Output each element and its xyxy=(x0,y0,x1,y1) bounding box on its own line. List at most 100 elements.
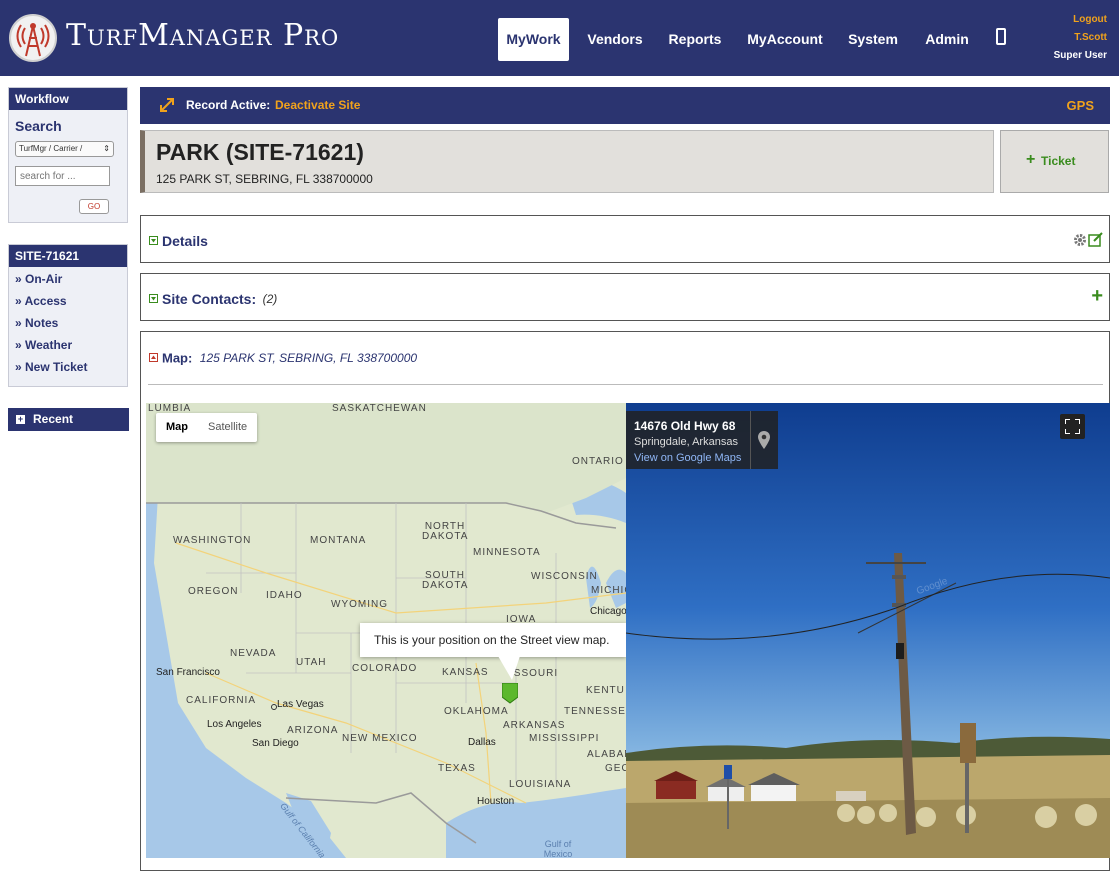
site-header: PARK (SITE-71621) 125 PARK ST, SEBRING, … xyxy=(140,130,994,193)
contacts-toggle[interactable]: Site Contacts: (2) xyxy=(149,290,277,308)
expand-triangle-icon xyxy=(149,236,158,246)
map-pin-icon[interactable] xyxy=(758,431,770,449)
nav-vendors[interactable]: Vendors xyxy=(582,18,648,61)
region-label: KANSAS xyxy=(442,667,489,678)
region-label: OKLAHOMA xyxy=(444,706,509,717)
street-view-locality: Springdale, Arkansas xyxy=(634,436,738,448)
region-label: WISCONSIN xyxy=(531,571,598,582)
details-toggle[interactable]: Details xyxy=(149,232,208,250)
details-panel: Details xyxy=(140,215,1110,263)
nav-myaccount[interactable]: MyAccount xyxy=(742,18,828,61)
expand-icon: + xyxy=(16,414,25,424)
gps-link[interactable]: GPS xyxy=(1067,98,1094,113)
contacts-label: Site Contacts: xyxy=(162,290,257,307)
region-label: ARKANSAS xyxy=(503,720,566,731)
location-marker-icon[interactable] xyxy=(502,683,518,704)
details-label: Details xyxy=(162,232,208,249)
street-view-address: 14676 Old Hwy 68 xyxy=(634,419,736,433)
site-address: 125 PARK ST, SEBRING, FL 338700000 xyxy=(156,172,373,186)
contacts-panel: Site Contacts: (2) + xyxy=(140,273,1110,321)
record-bar: Record Active: Deactivate Site GPS xyxy=(140,87,1110,124)
divider xyxy=(148,384,1103,385)
go-button[interactable]: GO xyxy=(79,199,109,214)
app-header: TurfManager Pro MyWork Vendors Reports M… xyxy=(0,0,1119,76)
nav-mywork[interactable]: MyWork xyxy=(498,18,569,61)
workflow-title: Workflow xyxy=(9,88,127,110)
map-type-satellite-button[interactable]: Satellite xyxy=(198,413,257,442)
region-label: TEXAS xyxy=(438,763,476,774)
ticket-label: Ticket xyxy=(1041,154,1076,168)
search-input[interactable] xyxy=(15,166,110,186)
region-label: ARIZONA xyxy=(287,725,339,736)
region-label: MISSISSIPPI xyxy=(529,733,600,744)
nav-admin[interactable]: Admin xyxy=(918,18,976,61)
plus-icon: + xyxy=(1026,151,1036,168)
region-label: NEVADA xyxy=(230,648,277,659)
city-label: San Francisco xyxy=(156,667,220,678)
edit-icon[interactable] xyxy=(1088,232,1104,247)
site-link-on-air[interactable]: » On-Air xyxy=(9,268,127,290)
region-label: NEW MEXICO xyxy=(342,733,418,744)
site-link-new-ticket[interactable]: » New Ticket xyxy=(9,356,127,378)
region-label: UTAH xyxy=(296,657,327,668)
add-contact-icon[interactable]: + xyxy=(1091,285,1103,308)
region-label: OREGON xyxy=(188,586,239,597)
city-label: Las Vegas xyxy=(277,699,324,710)
expand-triangle-icon xyxy=(149,294,158,304)
map-toggle[interactable]: Map: 125 PARK ST, SEBRING, FL 338700000 xyxy=(149,349,417,367)
site-link-notes[interactable]: » Notes xyxy=(9,312,127,334)
region-label: SASKATCHEWAN xyxy=(332,403,427,414)
position-tooltip: This is your position on the Street view… xyxy=(360,623,626,657)
collapse-triangle-icon xyxy=(149,353,158,363)
site-nav-title: SITE-71621 xyxy=(9,245,127,267)
map-type-map-button[interactable]: Map xyxy=(156,413,198,442)
recent-toggle[interactable]: + Recent xyxy=(8,408,129,431)
gear-icon[interactable] xyxy=(1073,233,1087,247)
fullscreen-button[interactable] xyxy=(1060,414,1085,439)
street-view-address-box: 14676 Old Hwy 68 Springdale, Arkansas Vi… xyxy=(626,411,778,469)
region-label: NORTH DAKOTA xyxy=(422,521,469,542)
water-label: Gulf of Mexico xyxy=(543,839,573,858)
resize-arrows-icon xyxy=(160,98,174,112)
search-scope-select[interactable]: TurfMgr / Carrier / ⇕ xyxy=(15,141,114,157)
road-map[interactable]: Map Satellite LUMBIA SASKATCHEWAN ONTARIO… xyxy=(146,403,626,858)
deactivate-site-link[interactable]: Deactivate Site xyxy=(275,98,360,112)
region-label: CALIFORNIA xyxy=(186,695,257,706)
city-label: Los Angeles xyxy=(207,719,262,730)
region-label: MICHIG xyxy=(591,585,626,596)
nav-reports[interactable]: Reports xyxy=(662,18,728,61)
tooltip-pointer xyxy=(498,656,520,680)
region-label: SOUTH DAKOTA xyxy=(422,570,469,591)
map-label: Map: xyxy=(162,350,193,366)
view-on-google-maps-link[interactable]: View on Google Maps xyxy=(634,452,741,464)
street-view[interactable]: 14676 Old Hwy 68 Springdale, Arkansas Vi… xyxy=(626,403,1110,858)
region-label: MONTANA xyxy=(310,535,367,546)
city-label: Dallas xyxy=(468,737,496,748)
site-title: PARK (SITE-71621) xyxy=(156,139,364,165)
nav-system[interactable]: System xyxy=(842,18,904,61)
site-link-access[interactable]: » Access xyxy=(9,290,127,312)
user-role: Super User xyxy=(1053,50,1107,61)
city-label: Houston xyxy=(477,796,515,807)
mobile-icon[interactable] xyxy=(996,28,1006,45)
search-scope-value: TurfMgr / Carrier / xyxy=(19,144,83,153)
logout-link[interactable]: Logout xyxy=(1073,14,1107,25)
contacts-count: (2) xyxy=(262,291,278,306)
street-view-photo xyxy=(626,403,1110,858)
user-link[interactable]: T.Scott xyxy=(1074,32,1107,43)
region-label: IDAHO xyxy=(266,590,303,601)
workflow-box: Workflow Search TurfMgr / Carrier / ⇕ GO xyxy=(8,87,128,223)
region-label: KENTU xyxy=(586,685,625,696)
divider xyxy=(750,411,751,469)
region-label: LOUISIANA xyxy=(509,779,572,790)
region-label: WYOMING xyxy=(331,599,388,610)
map-address: 125 PARK ST, SEBRING, FL 338700000 xyxy=(199,350,418,365)
region-label: COLORADO xyxy=(352,663,418,674)
select-arrows-icon: ⇕ xyxy=(103,144,110,153)
site-link-weather[interactable]: » Weather xyxy=(9,334,127,356)
record-active-label: Record Active: xyxy=(186,98,271,112)
city-label: Chicago xyxy=(590,606,626,617)
site-nav-box: SITE-71621 » On-Air » Access » Notes » W… xyxy=(8,244,128,387)
app-title: TurfManager Pro xyxy=(66,18,340,53)
add-ticket-button[interactable]: + Ticket xyxy=(1000,130,1109,193)
